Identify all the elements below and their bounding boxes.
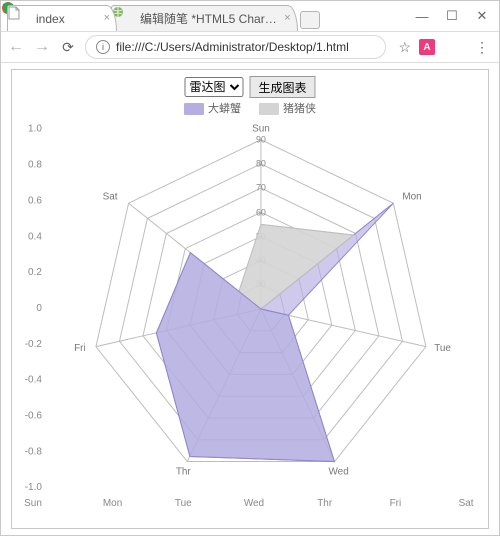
tab-index[interactable]: index × [7, 5, 117, 31]
y-axis: 1.0 0.8 0.6 0.4 0.2 0 -0.2 -0.4 -0.6 -0.… [24, 124, 42, 509]
extension-a-icon[interactable]: A [419, 39, 435, 55]
svg-text:-0.8: -0.8 [25, 446, 43, 457]
svg-text:Mon: Mon [402, 191, 421, 202]
svg-text:0: 0 [36, 303, 42, 314]
page-content: 雷达图 生成图表 大蟒蟹 猪猪侠 1.0 0.8 0.6 0.4 0.2 0 -… [1, 63, 499, 535]
back-button[interactable]: ← [7, 38, 25, 56]
svg-text:Sun: Sun [24, 498, 42, 509]
svg-text:Tue: Tue [434, 343, 451, 354]
svg-text:-0.6: -0.6 [25, 411, 43, 422]
maximize-button[interactable]: ☐ [445, 8, 459, 24]
menu-icon[interactable]: ⋮ [475, 39, 489, 56]
forward-button: → [33, 38, 51, 56]
url-text: file:///C:/Users/Administrator/Desktop/1… [116, 40, 349, 54]
new-tab-button[interactable] [300, 11, 320, 29]
close-icon[interactable]: × [284, 12, 290, 24]
minimize-button[interactable]: — [415, 9, 429, 24]
extension-b-icon[interactable] [443, 39, 459, 55]
svg-text:Fri: Fri [74, 343, 86, 354]
svg-text:70: 70 [256, 182, 266, 192]
svg-text:80: 80 [256, 159, 266, 169]
window-controls: — ☐ ✕ [375, 1, 499, 31]
close-button[interactable]: ✕ [475, 8, 489, 24]
reload-button[interactable]: ⟳ [59, 39, 77, 56]
svg-text:0.2: 0.2 [28, 267, 42, 278]
tab-strip: index × 编辑随笔 *HTML5 Char… × [1, 1, 375, 31]
svg-text:1.0: 1.0 [28, 124, 42, 135]
svg-text:60: 60 [256, 207, 266, 217]
svg-text:-1.0: -1.0 [25, 482, 43, 493]
browser-window: index × 编辑随笔 *HTML5 Char… × — ☐ ✕ ← → ⟳ [0, 0, 500, 536]
svg-text:-0.4: -0.4 [25, 375, 43, 386]
tab-title: index [36, 12, 65, 26]
svg-text:Wed: Wed [328, 466, 348, 477]
chart-container: 雷达图 生成图表 大蟒蟹 猪猪侠 1.0 0.8 0.6 0.4 0.2 0 -… [11, 69, 489, 529]
extension-area: ☆ A ⋮ [394, 39, 493, 56]
svg-text:-0.2: -0.2 [25, 339, 43, 350]
svg-text:0.6: 0.6 [28, 195, 42, 206]
chart-svg: 1.0 0.8 0.6 0.4 0.2 0 -0.2 -0.4 -0.6 -0.… [12, 70, 488, 528]
svg-text:Sun: Sun [252, 124, 270, 135]
svg-text:Sat: Sat [103, 191, 118, 202]
page-icon [16, 12, 30, 26]
svg-text:Tue: Tue [175, 498, 192, 509]
toolbar: ← → ⟳ i file:///C:/Users/Administrator/D… [1, 31, 499, 63]
svg-text:Thr: Thr [317, 498, 333, 509]
address-bar[interactable]: i file:///C:/Users/Administrator/Desktop… [85, 35, 386, 59]
svg-text:Wed: Wed [244, 498, 264, 509]
site-info-icon[interactable]: i [96, 40, 110, 54]
svg-text:Thr: Thr [176, 466, 192, 477]
tab-title: 编辑随笔 *HTML5 Char… [140, 10, 277, 27]
svg-text:Mon: Mon [103, 498, 122, 509]
bookmark-icon[interactable]: ☆ [398, 39, 411, 56]
close-icon[interactable]: × [104, 12, 110, 24]
x-axis: Mon Tue Wed Thr Fri Sat [103, 498, 474, 509]
titlebar: index × 编辑随笔 *HTML5 Char… × — ☐ ✕ [1, 1, 499, 31]
svg-text:Sat: Sat [459, 498, 474, 509]
svg-text:Fri: Fri [390, 498, 402, 509]
svg-text:0.8: 0.8 [28, 160, 42, 171]
globe-icon [120, 12, 134, 26]
svg-text:0.4: 0.4 [28, 231, 42, 242]
tab-secondary[interactable]: 编辑随笔 *HTML5 Char… × [111, 5, 298, 31]
svg-text:90: 90 [256, 135, 266, 145]
